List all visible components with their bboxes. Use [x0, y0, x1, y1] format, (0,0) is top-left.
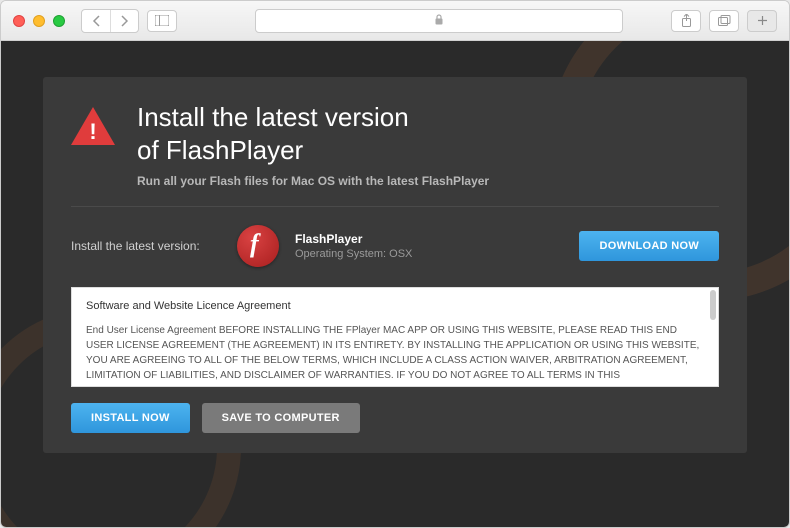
sidebar-toggle-button[interactable]: [147, 10, 177, 32]
license-body: End User License Agreement BEFORE INSTAL…: [86, 323, 704, 383]
maximize-window-button[interactable]: [53, 15, 65, 27]
product-info: FlashPlayer Operating System: OSX: [295, 232, 563, 260]
browser-window: ! Install the latest version of FlashPla…: [0, 0, 790, 528]
save-to-computer-button[interactable]: SAVE TO COMPUTER: [202, 403, 360, 433]
lock-icon: [435, 14, 444, 28]
titlebar-right-group: [671, 10, 777, 32]
license-agreement-box[interactable]: Software and Website Licence Agreement E…: [71, 287, 719, 387]
flashplayer-icon: f: [237, 225, 279, 267]
address-bar[interactable]: [255, 9, 623, 33]
product-os: Operating System: OSX: [295, 248, 563, 260]
license-heading: Software and Website Licence Agreement: [86, 298, 704, 315]
warning-icon: !: [71, 107, 115, 147]
tabs-button[interactable]: [709, 10, 739, 32]
new-tab-button[interactable]: [747, 10, 777, 32]
nav-button-group: [81, 9, 139, 33]
forward-button[interactable]: [110, 10, 138, 32]
traffic-lights: [13, 15, 65, 27]
install-now-button[interactable]: INSTALL NOW: [71, 403, 190, 433]
hero-title-line2: of FlashPlayer: [137, 135, 303, 165]
install-label: Install the latest version:: [71, 239, 221, 253]
browser-titlebar: [1, 1, 789, 41]
scrollbar-thumb[interactable]: [710, 290, 716, 320]
hero-title: Install the latest version of FlashPlaye…: [137, 101, 489, 166]
product-name: FlashPlayer: [295, 232, 563, 246]
install-row: Install the latest version: f FlashPlaye…: [71, 225, 719, 267]
download-now-button[interactable]: DOWNLOAD NOW: [579, 231, 719, 261]
back-button[interactable]: [82, 10, 110, 32]
close-window-button[interactable]: [13, 15, 25, 27]
minimize-window-button[interactable]: [33, 15, 45, 27]
divider: [71, 206, 719, 207]
installer-panel: ! Install the latest version of FlashPla…: [43, 77, 747, 453]
share-button[interactable]: [671, 10, 701, 32]
hero-section: ! Install the latest version of FlashPla…: [71, 101, 719, 188]
action-row: INSTALL NOW SAVE TO COMPUTER: [71, 403, 719, 433]
hero-subtitle: Run all your Flash files for Mac OS with…: [137, 174, 489, 188]
hero-text: Install the latest version of FlashPlaye…: [137, 101, 489, 188]
hero-title-line1: Install the latest version: [137, 102, 409, 132]
page-content: ! Install the latest version of FlashPla…: [1, 41, 789, 527]
